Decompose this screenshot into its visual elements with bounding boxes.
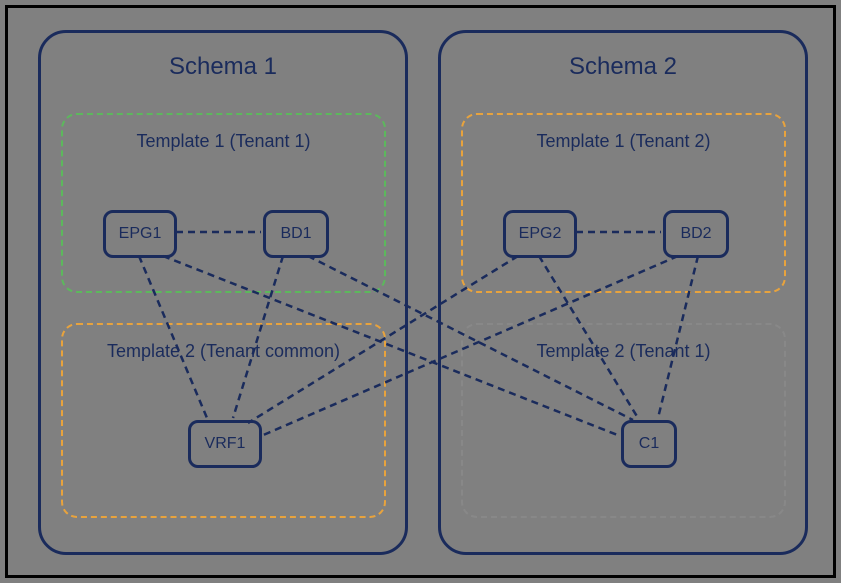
node-bd1: BD1 [263, 210, 329, 258]
template-s1t1: Template 1 (Tenant 1) EPG1 BD1 [61, 113, 386, 293]
node-epg1: EPG1 [103, 210, 177, 258]
schema-2-title: Schema 2 [441, 53, 805, 81]
node-vrf1: VRF1 [188, 420, 262, 468]
template-s1t2-title: Template 2 (Tenant common) [63, 341, 384, 362]
template-s1t2: Template 2 (Tenant common) VRF1 [61, 323, 386, 518]
template-s2t2: Template 2 (Tenant 1) C1 [461, 323, 786, 518]
template-s2t2-title: Template 2 (Tenant 1) [463, 341, 784, 362]
node-c1: C1 [621, 420, 677, 468]
node-bd2: BD2 [663, 210, 729, 258]
node-epg2: EPG2 [503, 210, 577, 258]
schema-1: Schema 1 Template 1 (Tenant 1) EPG1 BD1 … [38, 30, 408, 555]
template-s2t1: Template 1 (Tenant 2) EPG2 BD2 [461, 113, 786, 293]
schema-2: Schema 2 Template 1 (Tenant 2) EPG2 BD2 … [438, 30, 808, 555]
schema-1-title: Schema 1 [41, 53, 405, 81]
template-s1t1-title: Template 1 (Tenant 1) [63, 131, 384, 152]
template-s2t1-title: Template 1 (Tenant 2) [463, 131, 784, 152]
diagram-frame: Schema 1 Template 1 (Tenant 1) EPG1 BD1 … [5, 5, 836, 578]
